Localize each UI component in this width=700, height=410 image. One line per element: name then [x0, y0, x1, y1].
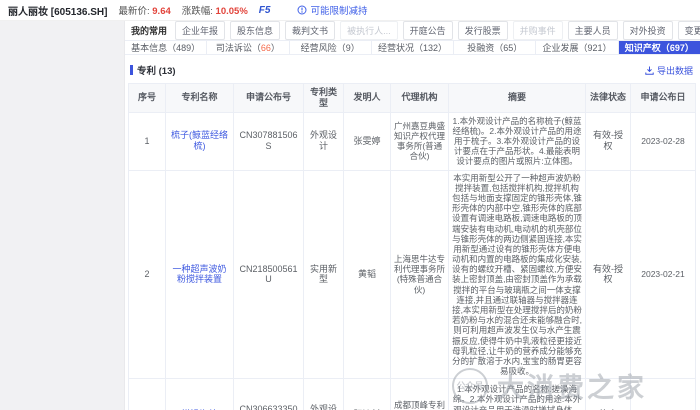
export-data-button[interactable]: 导出数据	[645, 64, 693, 77]
col-header-publication-no: 申请公布号	[234, 84, 304, 113]
latest-price-label: 最新价:	[118, 6, 149, 17]
my-favorites-label: 我的常用	[131, 24, 167, 37]
quick-nav: 我的常用 企业年报 股东信息 裁判文书 被执行人... 开庭公告 发行股票 并购…	[125, 21, 700, 40]
col-header-inventor: 发明人	[344, 84, 391, 113]
nav-judgment-docs-button[interactable]: 裁判文书	[285, 21, 335, 40]
agency: 上海思牛达专利代理事务所(特殊普通合伙)	[391, 170, 449, 379]
change-value: 10.05%	[216, 6, 248, 17]
col-header-abstract: 摘要	[449, 84, 586, 113]
app-window: 丽人丽妆 [605136.SH] 最新价: 9.64 涨跌幅: 10.05% F…	[0, 0, 700, 410]
patent-name-link[interactable]: 梳子(鲸蓝经络梳)	[171, 130, 228, 151]
latest-price: 最新价: 9.64	[118, 3, 170, 17]
publication-no: CN307881506S	[234, 112, 304, 170]
section-accent-bar	[130, 65, 133, 75]
patent-section: 专利 (13) 导出数据	[125, 55, 700, 410]
alert-circle-icon	[297, 5, 307, 15]
inventor: 黄韬	[344, 170, 391, 379]
publication-date: 2023-02-21	[631, 170, 696, 379]
publication-no: CN306633350S	[234, 379, 304, 410]
publication-no: CN218500561U	[234, 170, 304, 379]
row-index: 3	[129, 379, 166, 410]
inventor: 张雯婷	[344, 112, 391, 170]
row-index: 2	[129, 170, 166, 379]
col-header-patent-name: 专利名称	[166, 84, 234, 113]
table-row: 1 梳子(鲸蓝经络梳) CN307881506S 外观设计 张雯婷 广州嘉豆典盛…	[129, 112, 696, 170]
latest-price-value: 9.64	[152, 6, 171, 17]
holding-reduction-alert-link[interactable]: 可能限制减持	[297, 3, 367, 17]
tab-intellectual-property[interactable]: 知识产权（697）	[619, 41, 700, 54]
section-title: 专利 (13)	[137, 63, 176, 77]
change-label: 涨跌幅:	[182, 6, 213, 17]
col-header-publication-date: 申请公布日	[631, 84, 696, 113]
abstract: 1.本外观设计产品的名称梳子(鲸蓝经络梳)。2.本外观设计产品的用途用于梳子。3…	[449, 112, 586, 170]
category-tabs: 基本信息（489） 司法诉讼（66） 经营风险（9） 经营状况（132） 投融资…	[125, 40, 700, 55]
company-title: 丽人丽妆 [605136.SH]	[8, 3, 107, 18]
agency: 成都顶峰专利事务所(普通合伙)	[391, 379, 449, 410]
tab-operating-risk[interactable]: 经营风险（9）	[290, 41, 372, 54]
publication-date: 2023-02-28	[631, 112, 696, 170]
nav-key-personnel-button[interactable]: 主要人员	[568, 21, 618, 40]
legal-status: 终止	[586, 379, 631, 410]
row-index: 1	[129, 112, 166, 170]
patent-type: 外观设计	[304, 379, 344, 410]
table-header-row: 序号 专利名称 申请公布号 专利类型 发明人 代理机构 摘要 法律状态 申请公布…	[129, 84, 696, 113]
legal-status: 有效-授权	[586, 170, 631, 379]
download-icon	[645, 66, 654, 75]
patent-type: 外观设计	[304, 112, 344, 170]
alert-label: 可能限制减持	[310, 3, 367, 17]
tab-investment-financing[interactable]: 投融资（65）	[454, 41, 536, 54]
table-row: 2 一种超声波奶粉搅拌装置 CN218500561U 实用新型 黄韬 上海思牛达…	[129, 170, 696, 379]
publication-date: 2021-06-22	[631, 379, 696, 410]
nav-court-hearing-button[interactable]: 开庭公告	[403, 21, 453, 40]
col-header-legal-status: 法律状态	[586, 84, 631, 113]
inventor: 阳沙杉	[344, 379, 391, 410]
export-data-label: 导出数据	[657, 64, 693, 77]
tab-company-development[interactable]: 企业发展（921）	[536, 41, 618, 54]
top-bar: 丽人丽妆 [605136.SH] 最新价: 9.64 涨跌幅: 10.05% F…	[0, 0, 700, 21]
abstract: 1.本外观设计产品的名称:搓澡海绵。2.本外观设计产品的用途:本外观设计产品用于…	[449, 379, 586, 410]
abstract: 本实用新型公开了一种超声波奶粉搅拌装置,包括搅拌机构,搅拌机构包括与地面支撑固定…	[449, 170, 586, 379]
nav-annual-report-button[interactable]: 企业年报	[175, 21, 225, 40]
left-sidebar	[0, 21, 125, 410]
nav-shareholder-info-button[interactable]: 股东信息	[230, 21, 280, 40]
change-percent: 涨跌幅: 10.05%	[182, 3, 248, 17]
refresh-f5-button[interactable]: F5	[259, 5, 271, 16]
col-header-index: 序号	[129, 84, 166, 113]
patent-name-link[interactable]: 一种超声波奶粉搅拌装置	[172, 264, 226, 285]
tab-judicial-litigation[interactable]: 司法诉讼（66）	[207, 41, 289, 54]
patent-table: 序号 专利名称 申请公布号 专利类型 发明人 代理机构 摘要 法律状态 申请公布…	[128, 83, 696, 410]
nav-change-records-button[interactable]: 变更记录	[678, 21, 700, 40]
legal-status: 有效-授权	[586, 112, 631, 170]
col-header-patent-type: 专利类型	[304, 84, 344, 113]
nav-enforced-person-button[interactable]: 被执行人...	[340, 21, 398, 40]
col-header-agency: 代理机构	[391, 84, 449, 113]
tab-operating-status[interactable]: 经营状况（132）	[372, 41, 454, 54]
nav-ma-events-button[interactable]: 并购事件	[513, 21, 563, 40]
agency: 广州嘉豆典盛知识产权代理事务所(普通合伙)	[391, 112, 449, 170]
patent-type: 实用新型	[304, 170, 344, 379]
table-row: 3 搓澡海绵 CN306633350S 外观设计 阳沙杉 成都顶峰专利事务所(普…	[129, 379, 696, 410]
nav-stock-issue-button[interactable]: 发行股票	[458, 21, 508, 40]
nav-outbound-investment-button[interactable]: 对外投资	[623, 21, 673, 40]
tab-basic-info[interactable]: 基本信息（489）	[125, 41, 207, 54]
